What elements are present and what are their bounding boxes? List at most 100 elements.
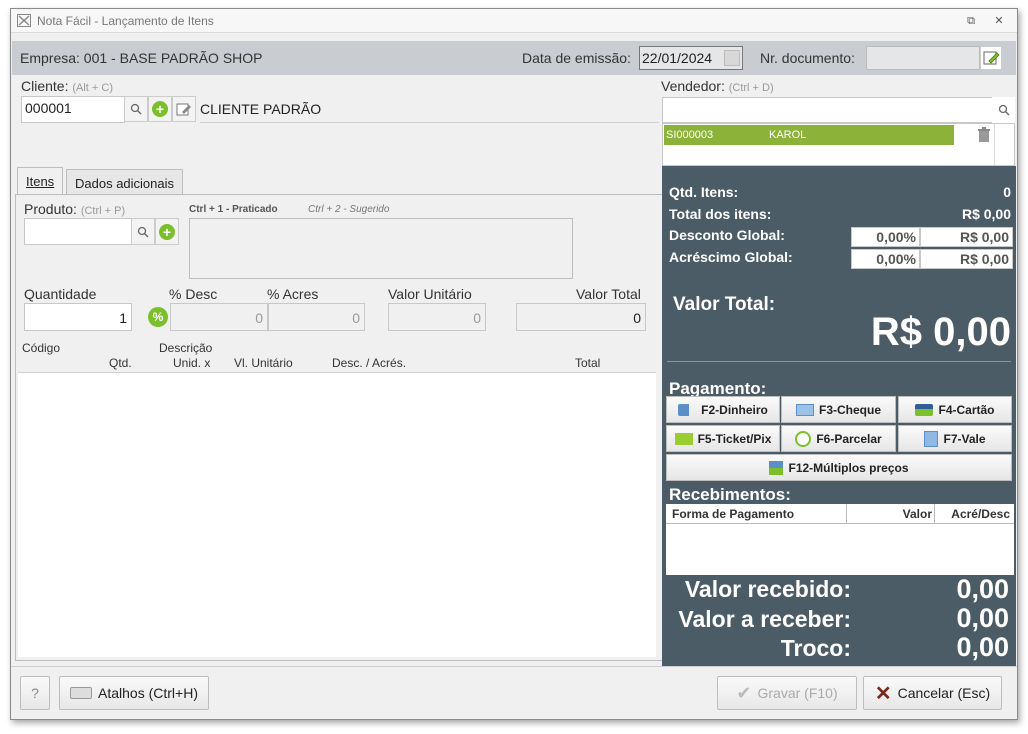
vale-label: F7-Vale: [943, 431, 986, 446]
calendar-icon[interactable]: [724, 50, 740, 66]
desconto-global-val[interactable]: R$ 0,00: [920, 227, 1013, 247]
ticket-label: F5-Ticket/Pix: [697, 431, 772, 446]
tab-itens-label: Itens: [26, 174, 55, 189]
search-icon: [130, 103, 142, 115]
cancelar-label: Cancelar (Esc): [897, 685, 991, 701]
produto-search-button[interactable]: [131, 218, 155, 245]
percent-icon[interactable]: %: [148, 307, 168, 327]
tab-dados-adicionais-label: Dados adicionais: [75, 176, 175, 191]
acrescimo-global-pct[interactable]: 0,00%: [851, 249, 920, 269]
valor-recebido-label: Valor recebido:: [684, 576, 851, 602]
close-icon: ✕: [874, 682, 892, 705]
data-emissao-field[interactable]: 22/01/2024: [639, 46, 743, 70]
restore-window-icon[interactable]: ⧉: [963, 13, 979, 29]
check-icon: ✔: [736, 682, 752, 703]
cliente-shortcut-hint: (Alt + C): [72, 82, 114, 94]
data-emissao-value: 22/01/2024: [642, 50, 713, 66]
ticket-pix-button[interactable]: F5-Ticket/Pix: [666, 425, 780, 452]
desc-input[interactable]: 0: [170, 303, 268, 331]
produto-label: Produto: (Ctrl + P): [24, 201, 125, 217]
cliente-edit-button[interactable]: [172, 96, 196, 122]
cliente-search-button[interactable]: [124, 96, 148, 122]
col-desc-acres: Desc. / Acrés.: [332, 356, 407, 370]
total-itens-label: Total dos itens:: [669, 206, 772, 222]
dinheiro-button[interactable]: F2-Dinheiro: [666, 396, 780, 423]
edit-icon: [983, 51, 1000, 65]
valor-total-label: Valor Total: [576, 286, 641, 302]
col-acre-desc: Acré/Desc: [951, 507, 1010, 521]
help-button[interactable]: ?: [20, 676, 50, 710]
tab-dados-adicionais[interactable]: Dados adicionais: [66, 169, 184, 195]
summary-divider: [667, 361, 1011, 362]
card-icon: [915, 403, 934, 416]
col-valor: Valor: [902, 507, 932, 521]
gravar-button[interactable]: ✔ Gravar (F10): [717, 676, 857, 710]
hint-sugerido: Ctrl + 2 - Sugerido: [308, 204, 390, 215]
col-divider: [846, 504, 847, 524]
valor-a-receber-label: Valor a receber:: [678, 606, 851, 632]
nr-documento-field[interactable]: [866, 46, 980, 70]
recebimentos-header: Forma de Pagamento Valor Acré/Desc: [666, 504, 1014, 524]
recebimentos-table[interactable]: Forma de Pagamento Valor Acré/Desc: [666, 504, 1014, 575]
atalhos-label: Atalhos (Ctrl+H): [98, 685, 198, 701]
cheque-label: F3-Cheque: [818, 402, 881, 417]
valor-unitario-label: Valor Unitário: [388, 286, 472, 302]
valor-total-input: 0: [516, 303, 646, 331]
items-grid-body[interactable]: [18, 373, 656, 657]
vendedor-codigo: SI000003: [666, 129, 714, 141]
edit-documento-button[interactable]: [980, 46, 1002, 70]
ticket-icon: [674, 432, 693, 445]
title-bar: Nota Fácil - Lançamento de Itens ⧉ ✕: [11, 9, 1017, 33]
vendedor-row[interactable]: SI000003 KAROL: [664, 125, 954, 145]
vendedor-label-text: Vendedor:: [661, 78, 725, 94]
atalhos-button[interactable]: Atalhos (Ctrl+H): [59, 676, 209, 710]
produto-shortcut-hint: (Ctrl + P): [80, 205, 126, 217]
parcelar-button[interactable]: F6-Parcelar: [781, 425, 896, 452]
acrescimo-global-label: Acréscimo Global:: [669, 249, 793, 265]
vendedor-scroll-divider: [994, 124, 995, 165]
acres-input[interactable]: 0: [268, 303, 365, 331]
trash-icon[interactable]: [977, 127, 991, 143]
desconto-global-pct[interactable]: 0,00%: [851, 227, 920, 247]
preco-info-box: [189, 218, 573, 279]
acres-label: % Acres: [267, 286, 319, 302]
valor-unitario-input[interactable]: 0: [388, 303, 486, 331]
tab-itens[interactable]: Itens: [17, 167, 64, 195]
cliente-nome-underline: [200, 122, 659, 123]
money-icon: [678, 403, 697, 416]
search-icon: [137, 226, 149, 237]
vendedor-search-button[interactable]: [992, 97, 1015, 123]
items-grid-header: Código Descrição Qtd. Unid. x Vl. Unitár…: [18, 339, 656, 373]
valor-total-summary-label: Valor Total:: [673, 294, 776, 315]
close-window-icon[interactable]: ✕: [991, 13, 1007, 29]
produto-add-button[interactable]: +: [155, 218, 179, 245]
recebimentos-label: Recebimentos:: [669, 485, 791, 504]
col-unid: Unid. x: [173, 356, 211, 370]
cliente-codigo-input[interactable]: 000001: [21, 96, 125, 123]
produto-label-text: Produto:: [24, 201, 77, 217]
vale-button[interactable]: F7-Vale: [898, 425, 1012, 452]
cliente-add-button[interactable]: +: [148, 96, 172, 122]
cartao-label: F4-Cartão: [938, 402, 995, 417]
multiplos-precos-button[interactable]: F12-Múltiplos preços: [666, 454, 1012, 481]
col-divider: [934, 504, 935, 524]
vendedor-list: SI000003 KAROL: [662, 123, 1015, 166]
acrescimo-global-val[interactable]: R$ 0,00: [920, 249, 1013, 269]
produto-input[interactable]: [24, 218, 132, 245]
edit-icon: [176, 103, 191, 116]
quantidade-input[interactable]: 1: [24, 303, 132, 331]
total-itens-value: R$ 0,00: [961, 206, 1011, 222]
clock-icon: [795, 430, 812, 447]
col-total: Total: [575, 356, 601, 370]
troco-value: 0,00: [956, 632, 1009, 662]
cheque-button[interactable]: F3-Cheque: [781, 396, 896, 423]
vendedor-search-input[interactable]: [662, 97, 1015, 123]
dinheiro-label: F2-Dinheiro: [701, 402, 768, 417]
cartao-button[interactable]: F4-Cartão: [898, 396, 1012, 423]
cancelar-button[interactable]: ✕ Cancelar (Esc): [863, 676, 1002, 710]
app-window: Nota Fácil - Lançamento de Itens ⧉ ✕ Emp…: [10, 8, 1018, 720]
desconto-global-label: Desconto Global:: [669, 227, 785, 243]
col-vl-unitario: Vl. Unitário: [234, 356, 293, 370]
col-descricao: Descrição: [159, 341, 213, 355]
parcelar-label: F6-Parcelar: [816, 431, 882, 446]
